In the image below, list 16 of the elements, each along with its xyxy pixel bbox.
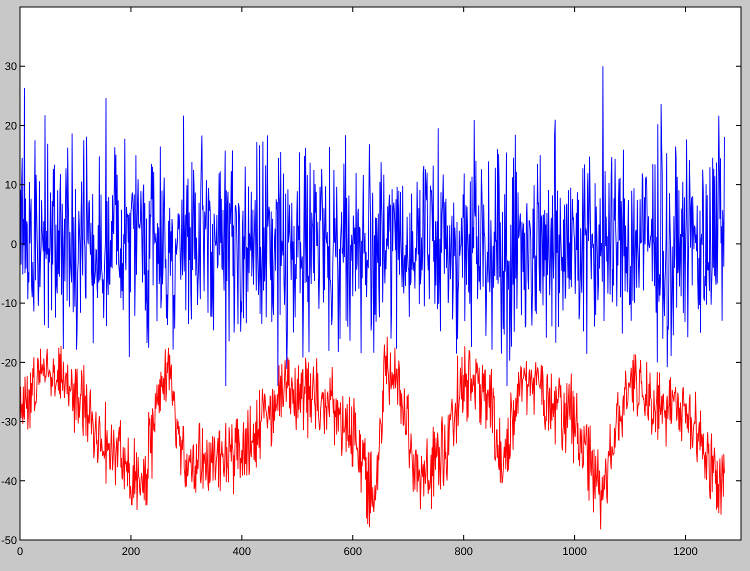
y-tick-label: -20 bbox=[1, 357, 17, 370]
y-tick-label: -40 bbox=[1, 476, 17, 488]
y-tick-label: 10 bbox=[4, 180, 17, 192]
x-tick-label: 1000 bbox=[562, 546, 587, 558]
x-tick-label: 200 bbox=[122, 546, 140, 558]
y-tick-label: 30 bbox=[4, 61, 17, 74]
x-tick-label: 800 bbox=[454, 546, 473, 558]
y-tick-label: 20 bbox=[4, 120, 17, 132]
y-tick-label: -30 bbox=[1, 416, 17, 429]
x-tick-label: 400 bbox=[232, 546, 252, 558]
x-tick-label: 0 bbox=[16, 546, 24, 558]
y-tick-label: -10 bbox=[1, 298, 17, 310]
y-tick-label: 0 bbox=[10, 238, 17, 251]
x-tick-label: 1200 bbox=[673, 546, 698, 558]
x-tick-label: 600 bbox=[344, 546, 362, 558]
y-tick-label: -50 bbox=[1, 535, 17, 547]
